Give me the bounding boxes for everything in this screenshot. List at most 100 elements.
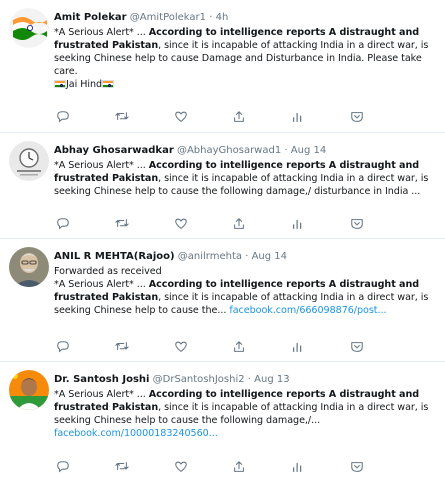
- tweet-actions: [54, 215, 366, 233]
- person-photo-icon: [9, 370, 49, 410]
- like-icon: [174, 341, 187, 353]
- reply-button[interactable]: [54, 215, 72, 233]
- share-icon: [234, 111, 245, 122]
- separator-dot: ·: [209, 12, 213, 23]
- share-button[interactable]: [230, 338, 248, 356]
- tweet-timestamp[interactable]: Aug 13: [254, 374, 289, 385]
- like-button[interactable]: [172, 215, 190, 233]
- author-handle[interactable]: @AbhayGhosarwad1: [177, 145, 281, 156]
- email-button[interactable]: [348, 108, 366, 126]
- analytics-button[interactable]: [289, 215, 307, 233]
- share-icon: [234, 461, 245, 472]
- analytics-icon: [293, 342, 302, 352]
- email-button[interactable]: [348, 338, 366, 356]
- tweet-timeline: Amit Polekar @AmitPolekar1 · 4h *A Serio…: [0, 0, 445, 484]
- share-button[interactable]: [230, 108, 248, 126]
- analytics-icon: [293, 219, 302, 229]
- text-span: *A Serious Alert* ...: [54, 160, 149, 171]
- tweet[interactable]: ANIL R MEHTA(Rajoo) @anilrmehta · Aug 14…: [0, 239, 445, 362]
- tweet-timestamp[interactable]: 4h: [216, 12, 229, 23]
- tweet-text: Forwarded as received *A Serious Alert* …: [54, 265, 437, 317]
- author-handle[interactable]: @DrSantoshJoshi2: [153, 374, 245, 385]
- avatar[interactable]: [9, 8, 49, 48]
- author-handle[interactable]: @AmitPolekar1: [130, 12, 206, 23]
- reply-icon: [57, 461, 69, 473]
- tweet-text: *A Serious Alert* ... According to intel…: [54, 159, 437, 198]
- reply-button[interactable]: [54, 338, 72, 356]
- email-icon: [351, 462, 363, 472]
- tweet-content: ANIL R MEHTA(Rajoo) @anilrmehta · Aug 14…: [54, 250, 437, 317]
- india-flag-emoji: [102, 80, 115, 88]
- like-icon: [174, 461, 187, 473]
- analytics-button[interactable]: [289, 458, 307, 476]
- author-handle[interactable]: @anilrmehta: [178, 251, 242, 262]
- person-photo-icon: [9, 247, 49, 287]
- tweet-content: Dr. Santosh Joshi @DrSantoshJoshi2 · Aug…: [54, 373, 437, 440]
- author-name[interactable]: Abhay Ghosarwadkar: [54, 145, 174, 156]
- tweet[interactable]: Amit Polekar @AmitPolekar1 · 4h *A Serio…: [0, 0, 445, 133]
- reply-button[interactable]: [54, 458, 72, 476]
- email-button[interactable]: [348, 215, 366, 233]
- reply-icon: [57, 111, 69, 123]
- retweet-icon: [115, 342, 129, 351]
- tweet-actions: [54, 458, 366, 476]
- retweet-icon: [115, 462, 129, 471]
- retweet-button[interactable]: [113, 458, 131, 476]
- email-icon: [351, 112, 363, 122]
- avatar[interactable]: [9, 370, 49, 410]
- email-icon: [351, 342, 363, 352]
- separator-dot: ·: [247, 374, 251, 385]
- like-button[interactable]: [172, 338, 190, 356]
- retweet-button[interactable]: [113, 338, 131, 356]
- retweet-button[interactable]: [113, 215, 131, 233]
- india-flag-icon: [9, 8, 49, 48]
- author-name[interactable]: ANIL R MEHTA(Rajoo): [54, 251, 175, 262]
- tweet-timestamp[interactable]: Aug 14: [252, 251, 287, 262]
- retweet-icon: [115, 219, 129, 228]
- analytics-icon: [293, 112, 302, 122]
- india-flag-emoji: [54, 80, 66, 88]
- facebook-link[interactable]: facebook.com/10000183240560...: [54, 428, 218, 439]
- tweet-header: ANIL R MEHTA(Rajoo) @anilrmehta · Aug 14: [54, 250, 437, 263]
- reply-button[interactable]: [54, 108, 72, 126]
- avatar[interactable]: [9, 141, 49, 181]
- retweet-icon: [115, 112, 129, 121]
- tweet[interactable]: Abhay Ghosarwadkar @AbhayGhosarwad1 · Au…: [0, 133, 445, 239]
- text-span: *A Serious Alert* ...: [54, 389, 149, 400]
- text-span: Jai Hind: [66, 79, 103, 90]
- like-button[interactable]: [172, 108, 190, 126]
- tweet-header: Dr. Santosh Joshi @DrSantoshJoshi2 · Aug…: [54, 373, 437, 386]
- avatar[interactable]: [9, 247, 49, 287]
- separator-dot: ·: [284, 145, 288, 156]
- tweet-actions: [54, 338, 366, 356]
- facebook-link[interactable]: facebook.com/666098876/post...: [229, 305, 386, 316]
- analytics-button[interactable]: [289, 338, 307, 356]
- text-span: *A Serious Alert* ...: [54, 27, 149, 38]
- analytics-icon: [293, 462, 302, 472]
- reply-icon: [57, 341, 69, 353]
- tweet[interactable]: Dr. Santosh Joshi @DrSantoshJoshi2 · Aug…: [0, 362, 445, 484]
- like-button[interactable]: [172, 458, 190, 476]
- author-name[interactable]: Amit Polekar: [54, 12, 127, 23]
- email-icon: [351, 219, 363, 229]
- tweet-actions: [54, 108, 366, 126]
- tweet-text: *A Serious Alert* ... According to intel…: [54, 388, 437, 440]
- retweet-button[interactable]: [113, 108, 131, 126]
- clock-icon: [9, 141, 49, 181]
- tweet-timestamp[interactable]: Aug 14: [291, 145, 326, 156]
- tweet-text: *A Serious Alert* ... According to intel…: [54, 26, 437, 91]
- analytics-button[interactable]: [289, 108, 307, 126]
- email-button[interactable]: [348, 458, 366, 476]
- like-icon: [174, 111, 187, 123]
- share-button[interactable]: [230, 215, 248, 233]
- text-span: *A Serious Alert* ...: [54, 279, 149, 290]
- tweet-content: Abhay Ghosarwadkar @AbhayGhosarwad1 · Au…: [54, 144, 437, 198]
- author-name[interactable]: Dr. Santosh Joshi: [54, 374, 149, 385]
- share-button[interactable]: [230, 458, 248, 476]
- separator-dot: ·: [245, 251, 249, 262]
- tweet-header: Amit Polekar @AmitPolekar1 · 4h: [54, 11, 437, 24]
- share-icon: [234, 341, 245, 352]
- tweet-content: Amit Polekar @AmitPolekar1 · 4h *A Serio…: [54, 11, 437, 91]
- share-icon: [234, 218, 245, 229]
- like-icon: [174, 218, 187, 230]
